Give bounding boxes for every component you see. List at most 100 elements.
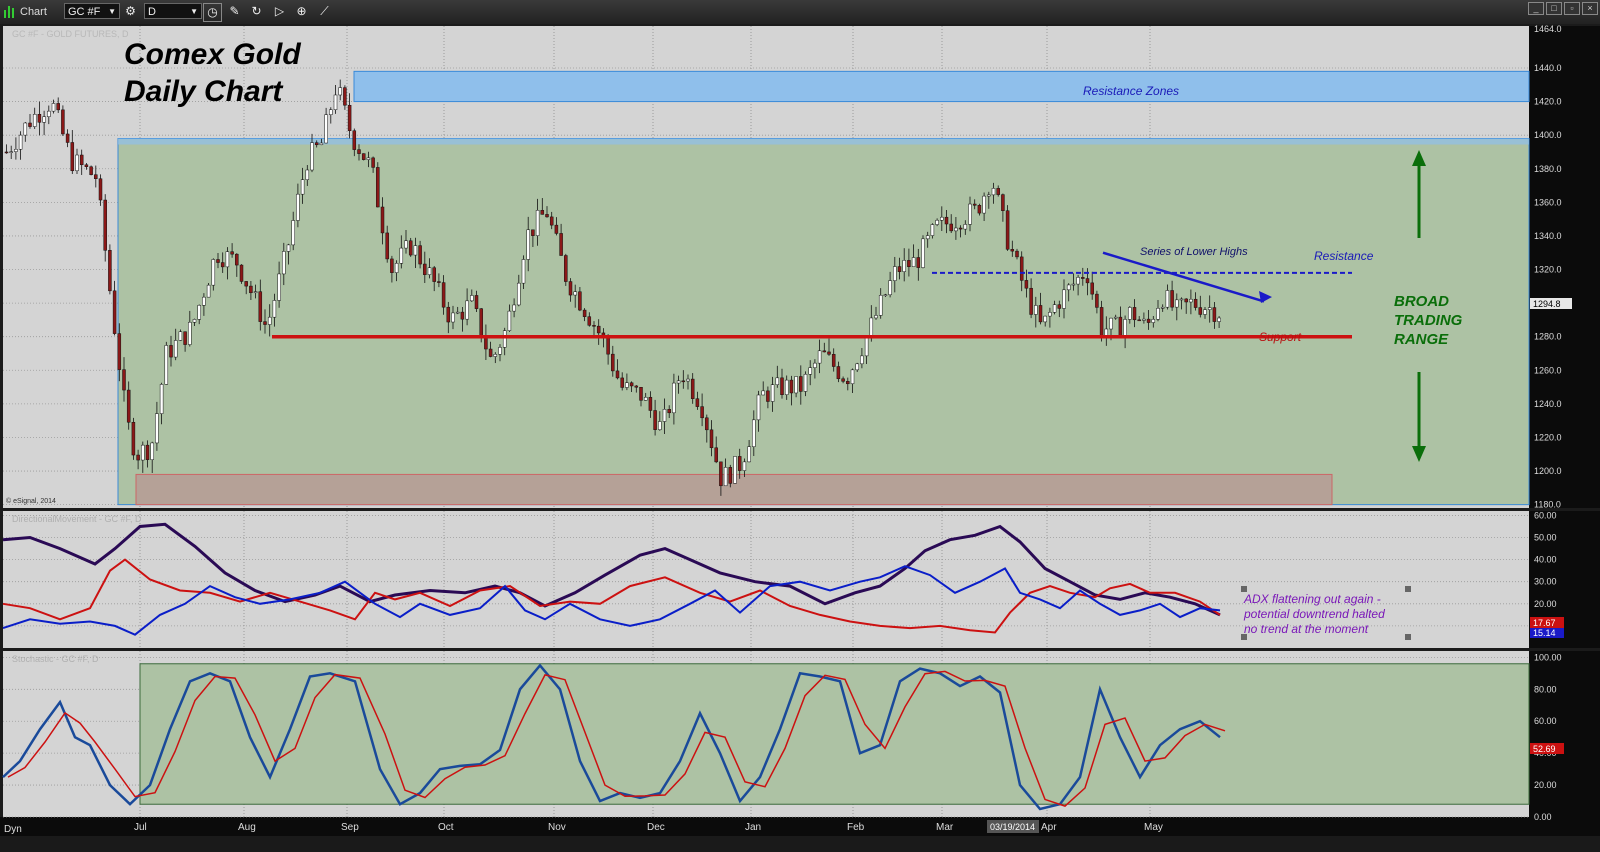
dyn-label: Dyn	[4, 824, 22, 835]
chart-title-line1: Comex Gold	[124, 38, 301, 71]
candle-body	[963, 224, 968, 230]
minimize-button[interactable]: _	[1528, 2, 1544, 15]
candle-body	[211, 259, 216, 286]
selection-handle	[1405, 634, 1411, 640]
candle-body	[737, 456, 742, 471]
candle-body	[277, 273, 281, 301]
month-label: Nov	[548, 822, 566, 833]
candle-body	[371, 157, 375, 168]
interval-chevron-icon: ▼	[190, 7, 198, 16]
maximize-button[interactable]: □	[1546, 2, 1562, 15]
candle-body	[958, 227, 963, 230]
pencil-icon[interactable]: ✎	[226, 3, 243, 20]
candle-body	[37, 114, 42, 123]
candle-body	[18, 134, 23, 150]
candle-body	[775, 377, 780, 385]
candle-body	[502, 330, 507, 348]
candle-body	[263, 321, 267, 325]
candle-body	[1123, 319, 1127, 336]
candle-body	[954, 227, 958, 232]
candle-body	[878, 295, 883, 316]
candle-body	[1034, 305, 1038, 315]
cursor-date: 03/19/2014	[990, 822, 1035, 832]
close-button[interactable]: ×	[1582, 2, 1598, 15]
candle-body	[202, 296, 206, 306]
symbol-input[interactable]: GC #F ▼	[64, 3, 120, 19]
candle-body	[1099, 307, 1104, 337]
candle-body	[944, 216, 949, 225]
candle-body	[75, 154, 79, 172]
restore-button[interactable]: ▫	[1564, 2, 1580, 15]
chart-title-line2: Daily Chart	[124, 75, 284, 108]
candle-body	[427, 267, 432, 275]
chart[interactable]: 1464.0 1440.0 1420.0 1400.0 1380.0 1360.0 1340…	[0, 24, 1600, 836]
candle-body	[385, 232, 389, 260]
candle-body	[808, 367, 812, 375]
candle-body	[1217, 317, 1221, 322]
link-icon[interactable]: ⚙	[122, 3, 139, 20]
month-label: Aug	[238, 822, 256, 833]
candle-body	[188, 321, 192, 345]
candle-body	[864, 335, 869, 357]
candle-body	[117, 333, 122, 370]
candle-body	[352, 130, 357, 150]
candle-body	[493, 354, 498, 357]
candle-body	[991, 188, 996, 196]
candle-body	[728, 467, 733, 484]
candle-body	[756, 394, 761, 421]
candle-body	[625, 382, 629, 388]
candle-body	[169, 345, 173, 358]
stoch-tick-label: 20.00	[1534, 780, 1557, 790]
candle-body	[164, 345, 169, 385]
candle-body	[582, 309, 587, 317]
candle-body	[122, 369, 126, 391]
current-price-value: 1294.8	[1533, 299, 1561, 309]
candle-body	[535, 210, 540, 236]
candle-body	[723, 467, 728, 487]
candle-body	[888, 280, 892, 296]
interval-input[interactable]: D ▼	[144, 3, 202, 19]
clock-icon[interactable]: ◷	[203, 3, 222, 22]
candle-body	[925, 235, 930, 240]
candle-body	[32, 114, 37, 127]
adx-watermark: DirectionalMovement - GC #F, D	[12, 514, 142, 524]
refresh-icon[interactable]: ↻	[248, 3, 265, 20]
candle-body	[329, 109, 333, 115]
candle-body	[376, 167, 380, 208]
candle-body	[357, 149, 361, 154]
range-zone	[117, 138, 1530, 506]
support-label: Support	[1259, 330, 1302, 344]
candle-body	[1095, 293, 1099, 308]
candle-body	[1029, 287, 1033, 315]
candle-body	[629, 382, 634, 387]
candle-body	[1001, 194, 1005, 211]
candle-body	[987, 194, 991, 197]
candle-body	[874, 315, 878, 319]
cursor-icon[interactable]: ⟋	[316, 3, 333, 20]
candle-body	[258, 291, 263, 322]
price-tick-label: 1400.0	[1534, 130, 1562, 140]
candle-body	[155, 413, 159, 444]
candle-body	[319, 142, 324, 146]
stochastic-band	[139, 663, 1530, 805]
candle-body	[752, 419, 756, 447]
candle-body	[587, 316, 592, 326]
candle-body	[310, 142, 314, 171]
candle-body	[291, 220, 295, 246]
symbol-value: GC #F	[68, 6, 101, 18]
price-tick-label: 1420.0	[1534, 97, 1562, 107]
candle-body	[244, 281, 248, 287]
candle-body	[846, 381, 850, 385]
zoom-icon[interactable]: ⊕	[293, 3, 310, 20]
candle-body	[897, 266, 902, 272]
month-label: Feb	[847, 822, 865, 833]
esignal-credit: © eSignal, 2014	[6, 497, 56, 505]
candle-body	[183, 331, 187, 345]
price-tick-label: 1220.0	[1534, 432, 1562, 442]
candle-body	[286, 244, 291, 252]
price-tick-label: 1240.0	[1534, 399, 1562, 409]
candle-body	[42, 116, 46, 123]
chevron-down-icon: ▼	[108, 7, 116, 16]
play-icon[interactable]: ▷	[271, 3, 288, 20]
stoch-tick-label: 60.00	[1534, 716, 1557, 726]
